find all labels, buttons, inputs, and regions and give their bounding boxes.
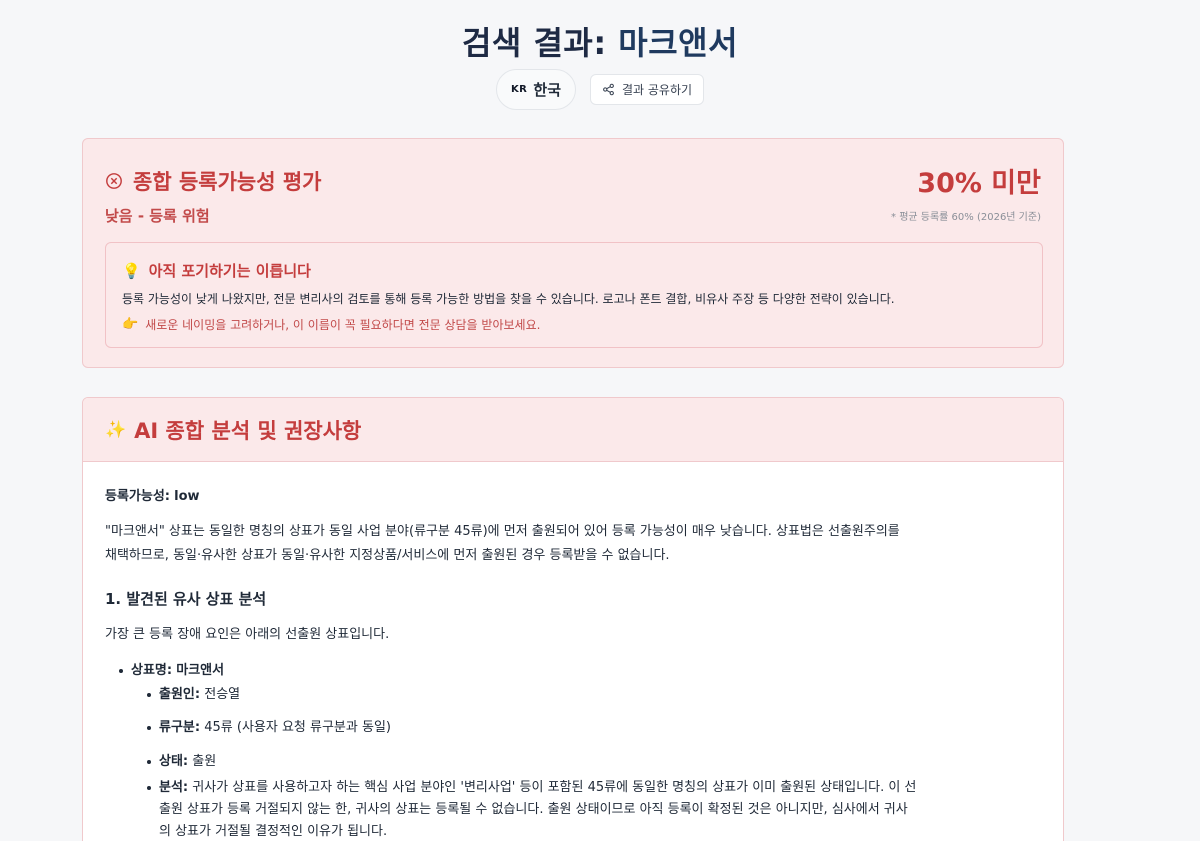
share-label: 결과 공유하기 xyxy=(622,83,693,97)
advice-action-text: 새로운 네이밍을 고려하거나, 이 이름이 꼭 필요하다면 전문 상담을 받아보… xyxy=(145,318,541,332)
registrability-value: low xyxy=(174,489,200,504)
advice-box: 💡 아직 포기하기는 이릅니다 등록 가능성이 낮게 나왔지만, 전문 변리사의… xyxy=(105,242,1043,348)
registrability-line: 등록가능성: low xyxy=(105,485,200,504)
header-toolbar: KR 한국 결과 공유하기 xyxy=(0,69,1200,110)
evaluation-level: 낮음 - 등록 위험 xyxy=(105,207,210,225)
section-description: 가장 큰 등록 장애 요인은 아래의 선출원 상표입니다. xyxy=(105,627,390,642)
trademark-value: 마크앤서 xyxy=(176,663,225,678)
list-item-applicant: 출원인: 전승열 xyxy=(147,683,240,702)
registrability-label: 등록가능성: xyxy=(105,489,170,504)
list-item-status: 상태: 출원 xyxy=(147,750,216,769)
bullet-icon xyxy=(147,693,151,697)
evaluation-note: * 평균 등록률 60% (2026년 기준) xyxy=(891,212,1041,223)
x-circle-icon xyxy=(106,172,122,189)
analysis-line-3: 의 상표가 거절될 결정적인 이유가 됩니다. xyxy=(159,824,388,839)
intro-paragraph-line-2: 채택하므로, 동일·유사한 상표가 동일·유사한 지정상품/서비스에 먼저 출원… xyxy=(105,548,670,563)
advice-body: 등록 가능성이 낮게 나왔지만, 전문 변리사의 검토를 통해 등록 가능한 방… xyxy=(122,292,895,306)
lightbulb-icon: 💡 xyxy=(122,261,141,280)
page-title: 검색 결과: 마크앤서 xyxy=(0,18,1200,64)
analysis-line-2: 출원 상표가 등록 거절되지 않는 한, 귀사의 상표는 등록될 수 없습니다.… xyxy=(159,802,908,817)
country-code: KR xyxy=(510,84,528,95)
pointing-hand-icon: 👉 xyxy=(122,317,139,332)
trademark-label: 상표명: xyxy=(131,663,173,678)
section-heading: 1. 발견된 유사 상표 분석 xyxy=(105,590,267,608)
status-label: 상태: xyxy=(159,754,189,769)
ai-analysis-title: AI 종합 분석 및 권장사항 xyxy=(134,418,362,443)
class-value: 45류 (사용자 요청 류구분과 동일) xyxy=(204,720,391,735)
evaluation-title-text: 종합 등록가능성 평가 xyxy=(133,169,322,194)
advice-title-text: 아직 포기하기는 이릅니다 xyxy=(148,262,311,280)
applicant-label: 출원인: xyxy=(159,687,201,702)
analysis-line-1: 귀사가 상표를 사용하고자 하는 핵심 사업 분야인 '변리사업' 등이 포함된… xyxy=(192,780,917,795)
advice-title: 💡 아직 포기하기는 이릅니다 xyxy=(122,260,311,281)
list-item-trademark: 상표명: 마크앤서 xyxy=(119,659,224,678)
evaluation-score: 30% 미만 xyxy=(917,168,1041,199)
share-result-button[interactable]: 결과 공유하기 xyxy=(590,74,705,105)
list-item-analysis: 분석: 귀사가 상표를 사용하고자 하는 핵심 사업 분야인 '변리사업' 등이… xyxy=(147,777,1027,841)
status-value: 출원 xyxy=(192,754,217,769)
country-label: 한국 xyxy=(533,81,561,99)
page-title-trademark: 마크앤서 xyxy=(618,24,739,62)
bullet-icon xyxy=(147,760,151,764)
intro-paragraph-line-1: "마크앤서" 상표는 동일한 명칭의 상표가 동일 사업 분야(류구분 45류)… xyxy=(105,524,900,539)
applicant-value: 전승열 xyxy=(204,687,241,702)
ai-analysis-card: ✨ AI 종합 분석 및 권장사항 등록가능성: low "마크앤서" 상표는 … xyxy=(82,397,1064,841)
search-result-page: 검색 결과: 마크앤서 KR 한국 결과 공유하기 종합 등록가능성 평가 30… xyxy=(0,0,1200,841)
page-title-prefix: 검색 결과: xyxy=(461,24,607,62)
bullet-icon xyxy=(147,786,151,790)
analysis-label: 분석: xyxy=(159,780,189,795)
list-item-class: 류구분: 45류 (사용자 요청 류구분과 동일) xyxy=(147,716,391,735)
evaluation-title: 종합 등록가능성 평가 xyxy=(105,166,322,196)
bullet-icon xyxy=(119,669,123,673)
bullet-icon xyxy=(147,726,151,730)
ai-analysis-header: ✨ AI 종합 분석 및 권장사항 xyxy=(83,398,1063,462)
country-selector[interactable]: KR 한국 xyxy=(495,69,576,110)
advice-action: 👉 새로운 네이밍을 고려하거나, 이 이름이 꼭 필요하다면 전문 상담을 받… xyxy=(122,316,540,333)
share-icon xyxy=(603,83,614,96)
class-label: 류구분: xyxy=(159,720,201,735)
overall-evaluation-card: 종합 등록가능성 평가 30% 미만 낮음 - 등록 위험 * 평균 등록률 6… xyxy=(82,138,1064,368)
sparkle-icon: ✨ xyxy=(105,419,127,440)
